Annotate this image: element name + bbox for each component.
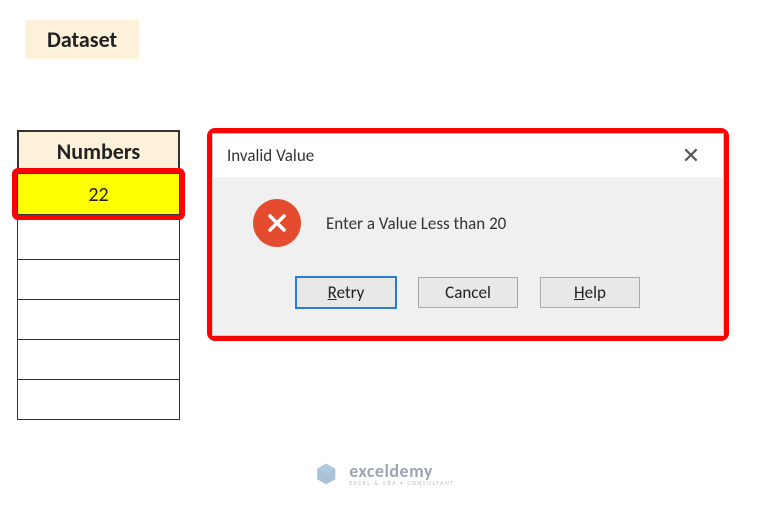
dataset-title: Dataset	[25, 20, 139, 59]
retry-rest: etry	[337, 282, 365, 303]
table-cell-active[interactable]: 22	[17, 173, 180, 215]
dialog-content: Enter a Value Less than 20	[243, 199, 693, 247]
dialog-highlight-border: Invalid Value ✕ Enter a Value Less than …	[207, 128, 729, 341]
watermark-text: exceldemy EXCEL & VBA • CONSULTANT	[349, 462, 455, 486]
help-button[interactable]: Help	[540, 277, 640, 308]
highlighted-cell-border: 22	[12, 168, 185, 220]
close-icon[interactable]: ✕	[673, 142, 709, 169]
retry-button[interactable]: Retry	[296, 277, 396, 308]
numbers-table: Numbers 22	[17, 130, 180, 420]
error-dialog: Invalid Value ✕ Enter a Value Less than …	[212, 133, 724, 336]
cancel-button[interactable]: Cancel	[418, 277, 518, 308]
table-header-numbers: Numbers	[17, 130, 180, 171]
watermark: exceldemy EXCEL & VBA • CONSULTANT	[313, 461, 455, 487]
table-cell[interactable]	[17, 260, 180, 300]
table-cell[interactable]	[17, 300, 180, 340]
dialog-body: Enter a Value Less than 20 Retry Cancel …	[213, 177, 723, 335]
table-cell[interactable]	[17, 380, 180, 420]
table-cell[interactable]	[17, 340, 180, 380]
watermark-name: exceldemy	[349, 462, 455, 480]
dialog-title: Invalid Value	[227, 145, 314, 166]
help-rest: elp	[585, 282, 606, 303]
dialog-button-row: Retry Cancel Help	[243, 277, 693, 313]
table-cell[interactable]	[17, 220, 180, 260]
dialog-titlebar: Invalid Value ✕	[213, 134, 723, 177]
watermark-logo-icon	[313, 461, 339, 487]
error-icon	[253, 199, 301, 247]
watermark-sub: EXCEL & VBA • CONSULTANT	[349, 480, 455, 486]
dialog-message: Enter a Value Less than 20	[326, 213, 506, 234]
